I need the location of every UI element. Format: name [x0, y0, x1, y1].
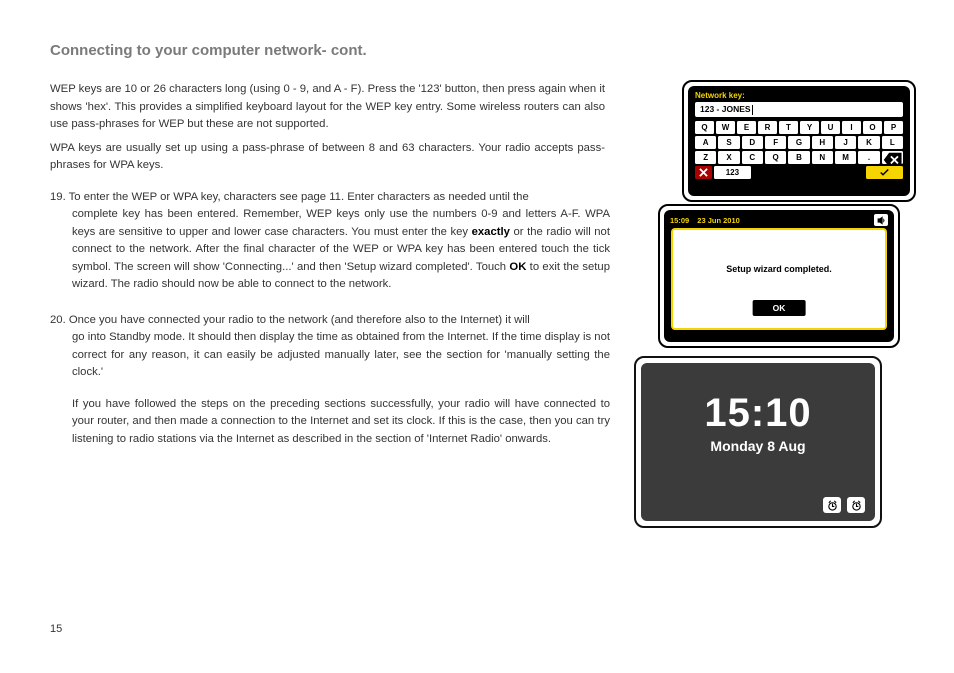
key-.[interactable]: . [858, 151, 879, 164]
alarm-icon [851, 500, 862, 511]
status-date: 23 Jun 2010 [697, 216, 740, 225]
key-s[interactable]: S [718, 136, 739, 149]
key-h[interactable]: H [812, 136, 833, 149]
clock-date: Monday 8 Aug [641, 438, 875, 454]
emphasis-exactly: exactly [472, 226, 510, 238]
key-j[interactable]: J [835, 136, 856, 149]
key-o[interactable]: O [863, 121, 882, 134]
keyboard-row-3: ZXCQBNM. [690, 151, 908, 164]
screenshot-network-key: Network key: 123 - JONES QWERTYUIOP ASDF… [682, 80, 916, 202]
speaker-button[interactable] [874, 214, 888, 226]
backspace-key[interactable] [882, 151, 903, 164]
key-i[interactable]: I [842, 121, 861, 134]
key-n[interactable]: N [812, 151, 833, 164]
keyboard-row-2: ASDFGHJKL [690, 136, 908, 149]
page-title: Connecting to your computer network- con… [50, 42, 904, 59]
key-m[interactable]: M [835, 151, 856, 164]
key-g[interactable]: G [788, 136, 809, 149]
para-wpa: WPA keys are usually set up using a pass… [50, 140, 605, 175]
step-19-number: 19. [50, 191, 66, 203]
emphasis-ok: OK [509, 261, 526, 273]
keyboard-row-4: 123 [690, 166, 908, 179]
ok-button[interactable]: OK [753, 300, 806, 316]
key-u[interactable]: U [821, 121, 840, 134]
screenshot-wizard-complete: 15:09 23 Jun 2010 Setup wizard completed… [658, 204, 900, 348]
key-c[interactable]: C [742, 151, 763, 164]
keyboard-row-1: QWERTYUIOP [690, 121, 908, 134]
key-z[interactable]: Z [695, 151, 716, 164]
step-19: 19. To enter the WEP or WPA key, charact… [50, 189, 610, 294]
network-key-label: Network key: [690, 88, 908, 102]
check-icon [880, 168, 889, 177]
cancel-key[interactable] [695, 166, 712, 179]
key-f[interactable]: F [765, 136, 786, 149]
key-k[interactable]: K [858, 136, 879, 149]
para-wep: WEP keys are 10 or 26 characters long (u… [50, 81, 605, 134]
step-20: 20. Once you have connected your radio t… [50, 312, 610, 449]
clock-time: 15:10 [641, 363, 875, 436]
key-p[interactable]: P [884, 121, 903, 134]
key-q[interactable]: Q [695, 121, 714, 134]
key-b[interactable]: B [788, 151, 809, 164]
alarm-2-button[interactable] [847, 497, 865, 513]
status-time: 15:09 [670, 216, 689, 225]
key-l[interactable]: L [882, 136, 903, 149]
status-bar: 15:09 23 Jun 2010 [666, 212, 892, 228]
key-a[interactable]: A [695, 136, 716, 149]
key-y[interactable]: Y [800, 121, 819, 134]
confirm-key[interactable] [866, 166, 903, 179]
alarm-1-button[interactable] [823, 497, 841, 513]
text-caret [752, 105, 754, 115]
alarm-icon [827, 500, 838, 511]
key-w[interactable]: W [716, 121, 735, 134]
wizard-complete-message: Setup wizard completed. [673, 264, 885, 274]
key-x[interactable]: X [718, 151, 739, 164]
dialog-panel: Setup wizard completed. OK [671, 228, 887, 330]
key-q[interactable]: Q [765, 151, 786, 164]
step-20-number: 20. [50, 314, 66, 326]
key-t[interactable]: T [779, 121, 798, 134]
speaker-icon [877, 216, 886, 225]
x-icon [699, 168, 708, 177]
key-e[interactable]: E [737, 121, 756, 134]
network-key-input[interactable]: 123 - JONES [695, 102, 903, 117]
key-d[interactable]: D [742, 136, 763, 149]
screenshot-standby-clock: 15:10 Monday 8 Aug [634, 356, 882, 528]
page-number: 15 [50, 623, 62, 635]
key-r[interactable]: R [758, 121, 777, 134]
mode-123-key[interactable]: 123 [714, 166, 751, 179]
intro-text: WEP keys are 10 or 26 characters long (u… [50, 81, 605, 175]
